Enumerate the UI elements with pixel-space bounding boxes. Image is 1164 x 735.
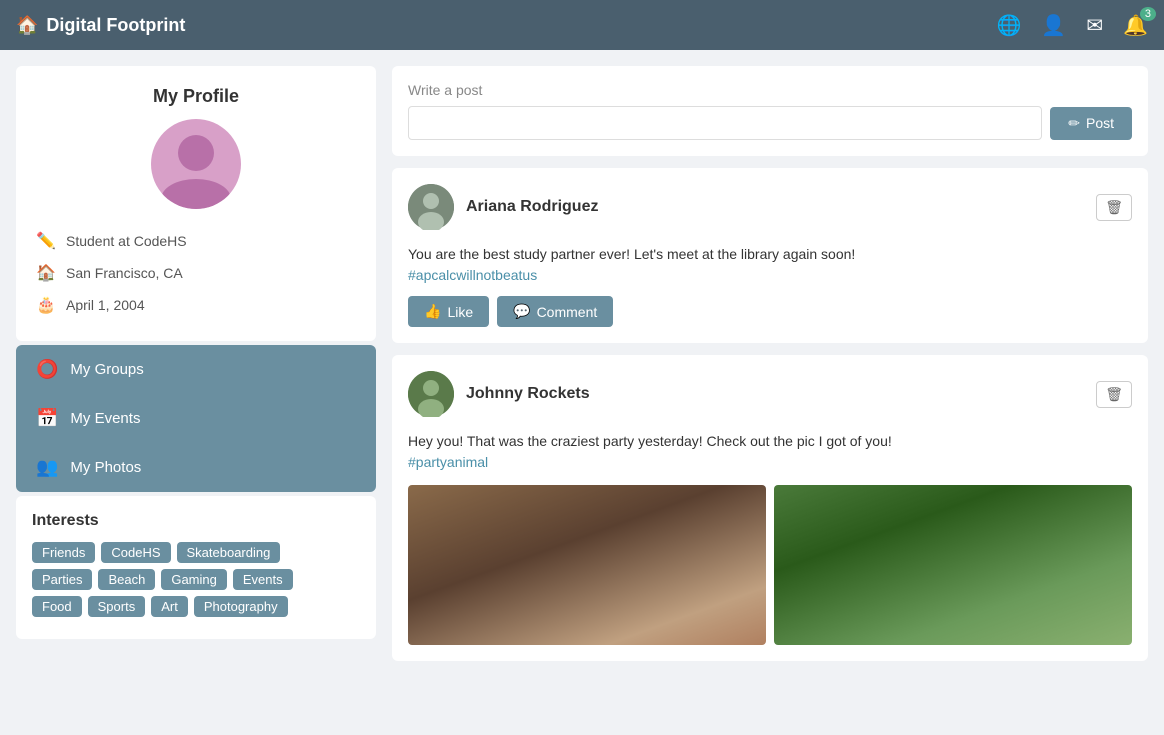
avatar-head — [178, 135, 214, 171]
post-user-ariana: Ariana Rodriguez — [408, 184, 598, 230]
thumbsup-icon: 👍 — [424, 303, 441, 320]
post-text-ariana: You are the best study partner ever! Let… — [408, 244, 1132, 286]
comment-icon: 💬 — [513, 303, 530, 320]
profile-birthday: 🎂 April 1, 2004 — [36, 289, 356, 321]
tag-food[interactable]: Food — [32, 596, 82, 617]
post-username-ariana: Ariana Rodriguez — [466, 198, 598, 216]
photos-icon: 👥 — [36, 457, 58, 478]
occupation-text: Student at CodeHS — [66, 233, 187, 249]
skate-image — [774, 485, 1132, 645]
profile-location: 🏠 San Francisco, CA — [36, 257, 356, 289]
groups-icon: ⭕ — [36, 359, 58, 380]
write-post-card: Write a post ✏ Post — [392, 66, 1148, 156]
hashtag-ariana[interactable]: #apcalcwillnotbeatus — [408, 267, 537, 283]
profile-title: My Profile — [36, 86, 356, 107]
nav-item-my-events[interactable]: 📅 My Events — [16, 394, 376, 443]
comment-label-ariana: Comment — [537, 304, 598, 320]
tag-beach[interactable]: Beach — [98, 569, 155, 590]
globe-icon[interactable]: 🌐 — [997, 13, 1022, 38]
tag-codehs[interactable]: CodeHS — [101, 542, 170, 563]
tag-events[interactable]: Events — [233, 569, 293, 590]
avatar-body — [161, 179, 231, 209]
birthday-icon: 🎂 — [36, 295, 56, 315]
user-icon[interactable]: 👤 — [1041, 13, 1066, 38]
post-text-johnny: Hey you! That was the craziest party yes… — [408, 431, 1132, 473]
post-username-johnny: Johnny Rockets — [466, 385, 590, 403]
write-post-input[interactable] — [408, 106, 1042, 140]
interests-card: Interests Friends CodeHS Skateboarding P… — [16, 496, 376, 639]
like-button-ariana[interactable]: 👍 Like — [408, 296, 489, 327]
interests-title: Interests — [32, 512, 360, 530]
delete-post-johnny-button[interactable]: 🗑 — [1096, 381, 1132, 408]
write-post-label: Write a post — [408, 82, 1132, 98]
pencil-icon: ✏️ — [36, 231, 56, 251]
post-image-crowd — [408, 485, 766, 645]
left-panel: My Profile ✏️ Student at CodeHS 🏠 San Fr… — [16, 66, 376, 673]
comment-button-ariana[interactable]: 💬 Comment — [497, 296, 613, 327]
profile-card: My Profile ✏️ Student at CodeHS 🏠 San Fr… — [16, 66, 376, 341]
top-navigation: 🏠 Digital Footprint 🌐 👤 ✉ 🔔 3 — [0, 0, 1164, 50]
profile-info: ✏️ Student at CodeHS 🏠 San Francisco, CA… — [36, 225, 356, 321]
tag-friends[interactable]: Friends — [32, 542, 95, 563]
crowd-image — [408, 485, 766, 645]
right-panel: Write a post ✏ Post — [392, 66, 1148, 673]
post-button-label: Post — [1086, 115, 1114, 131]
tag-photography[interactable]: Photography — [194, 596, 288, 617]
like-label-ariana: Like — [447, 304, 473, 320]
tag-sports[interactable]: Sports — [88, 596, 146, 617]
post-card-ariana: Ariana Rodriguez 🗑 You are the best stud… — [392, 168, 1148, 343]
mail-icon[interactable]: ✉ — [1086, 13, 1103, 38]
interests-row-3: Food Sports Art Photography — [32, 596, 360, 617]
post-header-johnny: Johnny Rockets 🗑 — [408, 371, 1132, 417]
post-actions-ariana: 👍 Like 💬 Comment — [408, 296, 1132, 327]
tag-parties[interactable]: Parties — [32, 569, 92, 590]
profile-occupation: ✏️ Student at CodeHS — [36, 225, 356, 257]
interests-row-2: Parties Beach Gaming Events — [32, 569, 360, 590]
tag-gaming[interactable]: Gaming — [161, 569, 227, 590]
bell-icon[interactable]: 🔔 3 — [1123, 13, 1148, 38]
location-text: San Francisco, CA — [66, 265, 183, 281]
home-icon[interactable]: 🏠 — [16, 15, 38, 36]
hashtag-johnny[interactable]: #partyanimal — [408, 454, 488, 470]
write-post-row: ✏ Post — [408, 106, 1132, 140]
nav-item-my-groups-label: My Groups — [70, 361, 143, 378]
nav-item-my-photos[interactable]: 👥 My Photos — [16, 443, 376, 492]
post-image-skate — [774, 485, 1132, 645]
post-header-ariana: Ariana Rodriguez 🗑 — [408, 184, 1132, 230]
avatar-johnny — [408, 371, 454, 417]
delete-post-ariana-button[interactable]: 🗑 — [1096, 194, 1132, 221]
nav-item-my-photos-label: My Photos — [70, 459, 141, 476]
avatar-ariana — [408, 184, 454, 230]
nav-menu: ⭕ My Groups 📅 My Events 👥 My Photos — [16, 345, 376, 492]
birthday-text: April 1, 2004 — [66, 297, 145, 313]
post-button[interactable]: ✏ Post — [1050, 107, 1132, 140]
tag-skateboarding[interactable]: Skateboarding — [177, 542, 281, 563]
app-title: Digital Footprint — [46, 15, 185, 36]
notification-badge: 3 — [1140, 7, 1156, 21]
avatar — [151, 119, 241, 209]
post-card-johnny: Johnny Rockets 🗑 Hey you! That was the c… — [392, 355, 1148, 661]
home-info-icon: 🏠 — [36, 263, 56, 283]
events-icon: 📅 — [36, 408, 58, 429]
app-brand: 🏠 Digital Footprint — [16, 15, 185, 36]
post-user-johnny: Johnny Rockets — [408, 371, 590, 417]
nav-item-my-groups[interactable]: ⭕ My Groups — [16, 345, 376, 394]
post-icon: ✏ — [1068, 115, 1080, 132]
interests-row-1: Friends CodeHS Skateboarding — [32, 542, 360, 563]
post-images-johnny — [408, 485, 1132, 645]
nav-item-my-events-label: My Events — [70, 410, 140, 427]
tag-art[interactable]: Art — [151, 596, 188, 617]
main-layout: My Profile ✏️ Student at CodeHS 🏠 San Fr… — [0, 50, 1164, 689]
